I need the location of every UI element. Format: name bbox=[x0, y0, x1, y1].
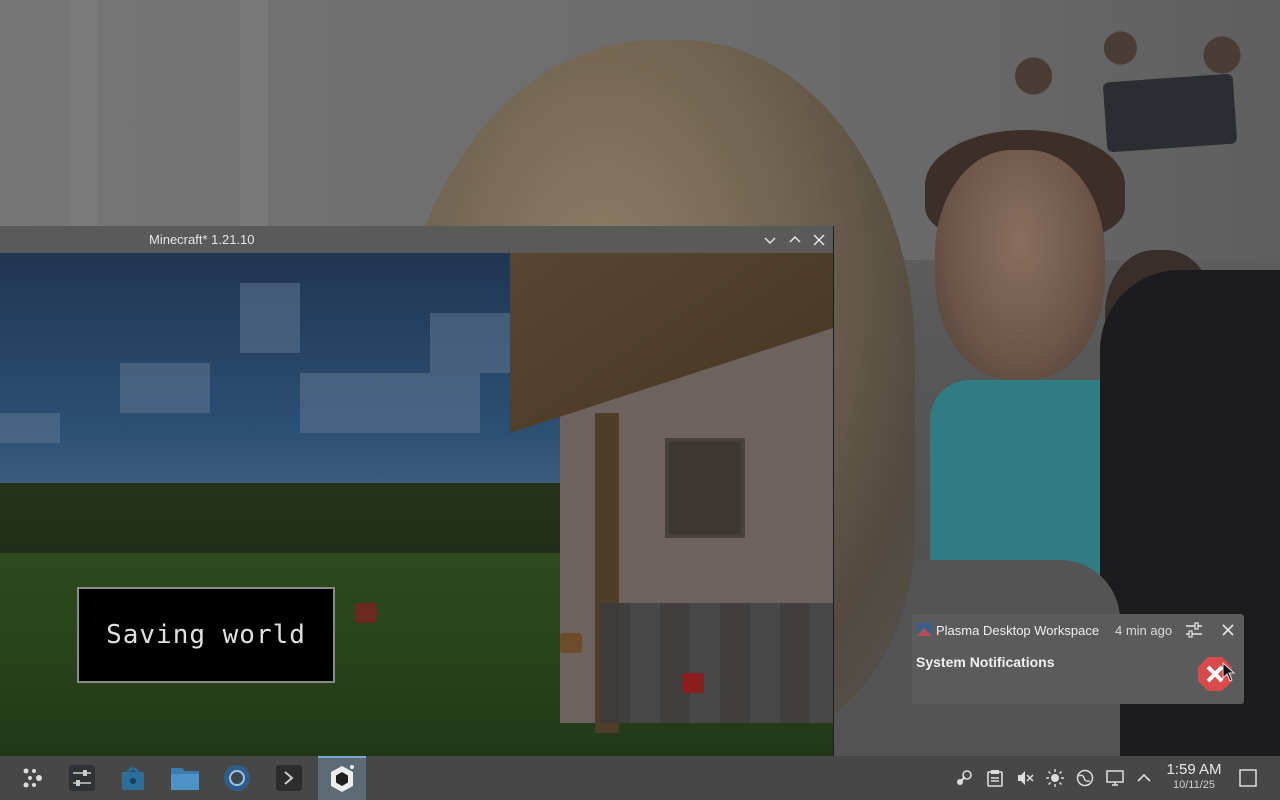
show-desktop-icon[interactable] bbox=[1238, 768, 1258, 788]
volume-tray-button[interactable] bbox=[1015, 768, 1035, 788]
treeline bbox=[0, 483, 600, 563]
wallpaper-phone bbox=[1102, 73, 1238, 153]
digital-clock[interactable]: 1:59 AM 10/11/25 bbox=[1162, 761, 1226, 792]
minimize-button[interactable] bbox=[760, 230, 780, 250]
notification-summary: System Notifications bbox=[916, 654, 1055, 670]
discover-store-button[interactable] bbox=[111, 756, 155, 800]
wallpaper-column bbox=[240, 0, 268, 230]
flower bbox=[682, 673, 704, 693]
saving-world-overlay: Saving world bbox=[77, 587, 335, 683]
chevron-down-icon bbox=[764, 237, 776, 245]
maximize-button[interactable] bbox=[785, 230, 805, 250]
house-window bbox=[665, 438, 745, 538]
tray-expand-button[interactable] bbox=[1134, 768, 1154, 788]
mouse-cursor-icon bbox=[1222, 662, 1236, 682]
clipboard-tray-button[interactable] bbox=[985, 768, 1005, 788]
system-settings-icon bbox=[69, 765, 95, 791]
application-launcher-icon bbox=[23, 768, 42, 788]
close-button[interactable] bbox=[809, 230, 829, 250]
flower bbox=[355, 603, 377, 623]
tray-expand-icon bbox=[1137, 773, 1151, 782]
close-icon bbox=[813, 234, 825, 246]
display-icon bbox=[1106, 770, 1124, 786]
brightness-icon bbox=[1046, 769, 1064, 787]
notification-app-name: Plasma Desktop Workspace bbox=[936, 623, 1100, 638]
network-icon bbox=[1076, 769, 1094, 787]
display-tray-button[interactable] bbox=[1105, 768, 1125, 788]
file-manager-button[interactable] bbox=[163, 756, 207, 800]
saving-world-text: Saving world bbox=[106, 620, 306, 650]
window-titlebar[interactable]: Minecraft* 1.21.10 bbox=[0, 226, 833, 253]
volume-muted-icon bbox=[1018, 771, 1034, 785]
network-tray-button[interactable] bbox=[1075, 768, 1095, 788]
minecraft-taskbar-button[interactable] bbox=[318, 756, 366, 800]
close-icon[interactable] bbox=[1218, 620, 1238, 640]
chevron-up-icon bbox=[789, 235, 801, 243]
notification-header: Plasma Desktop Workspace 4 min ago bbox=[912, 614, 1244, 646]
taskbar: 1:59 AM 10/11/25 bbox=[0, 756, 1280, 800]
clock-date: 10/11/25 bbox=[1172, 779, 1215, 791]
cloud bbox=[240, 283, 300, 353]
wallpaper-column bbox=[70, 0, 98, 230]
cloud bbox=[0, 413, 60, 443]
plasma-icon bbox=[917, 623, 932, 636]
cloud bbox=[120, 363, 210, 413]
system-settings-button[interactable] bbox=[60, 756, 104, 800]
browser-button[interactable] bbox=[215, 756, 259, 800]
minecraft-icon bbox=[331, 765, 354, 792]
notification-time: 4 min ago bbox=[1115, 623, 1173, 638]
flower bbox=[560, 633, 582, 653]
window-title: Minecraft* 1.21.10 bbox=[149, 232, 255, 247]
discover-store-icon bbox=[122, 767, 144, 790]
cloud bbox=[300, 373, 480, 433]
stone-foundation bbox=[600, 603, 833, 723]
cloud bbox=[430, 313, 510, 373]
browser-icon bbox=[224, 765, 250, 791]
clipboard-icon bbox=[987, 770, 1003, 787]
terminal-button[interactable] bbox=[267, 756, 311, 800]
file-manager-icon bbox=[171, 768, 199, 790]
brightness-tray-button[interactable] bbox=[1045, 768, 1065, 788]
application-launcher-button[interactable] bbox=[11, 756, 55, 800]
clock-time: 1:59 AM bbox=[1166, 761, 1222, 778]
notification-popup[interactable]: Plasma Desktop Workspace 4 min ago Syste… bbox=[912, 614, 1244, 704]
terminal-icon bbox=[276, 765, 302, 791]
wallpaper-person-face bbox=[935, 150, 1105, 380]
steam-tray-button[interactable] bbox=[954, 768, 974, 788]
settings-sliders-icon[interactable] bbox=[1184, 620, 1204, 640]
steam-icon bbox=[957, 770, 972, 785]
